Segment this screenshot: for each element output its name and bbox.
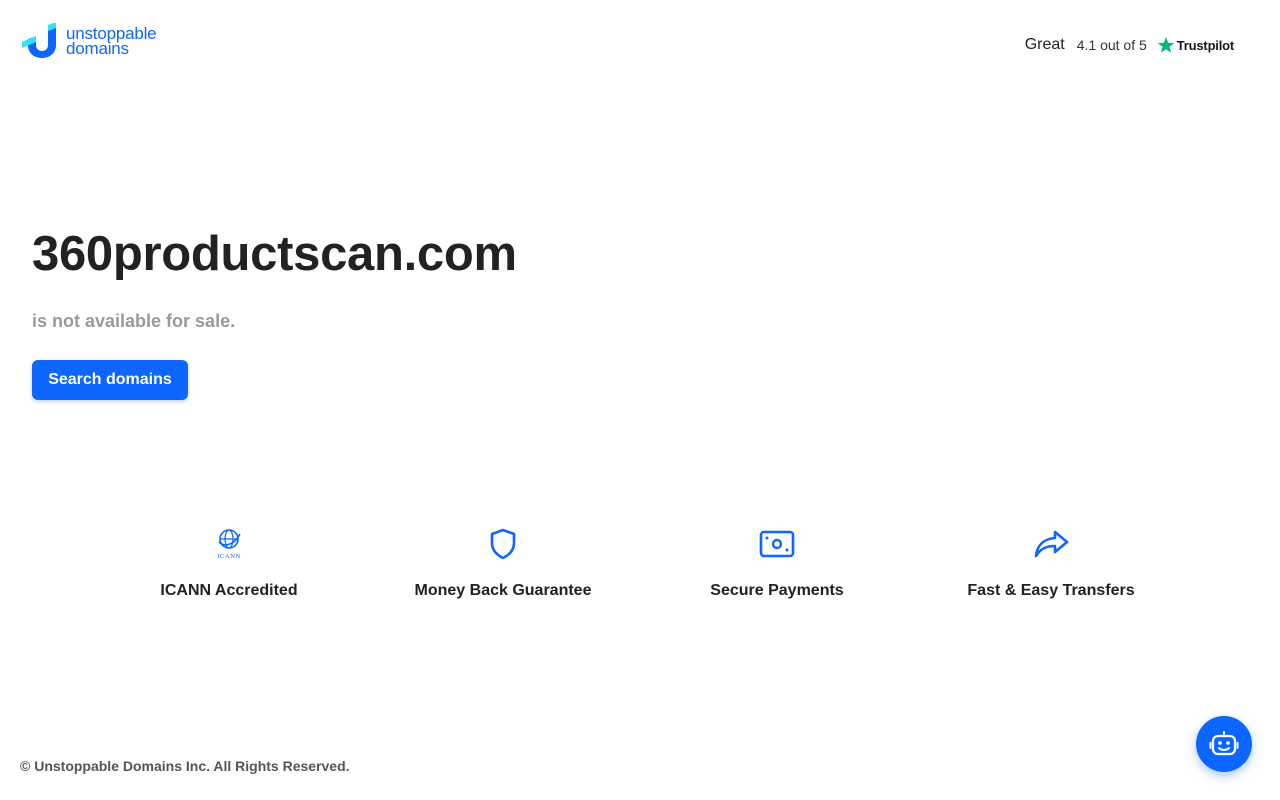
feature-label: ICANN Accredited [160, 582, 298, 599]
search-domains-button[interactable]: Search domains [32, 360, 188, 400]
feature-label: Secure Payments [710, 582, 844, 599]
trustpilot-brand: Trustpilot [1157, 36, 1234, 54]
payment-card-icon [759, 526, 795, 562]
domain-title: 360productscan.com [32, 227, 517, 281]
chatbot-icon [1209, 731, 1239, 756]
feature-label: Money Back Guarantee [414, 582, 592, 599]
share-arrow-icon [1033, 526, 1069, 562]
availability-status: is not available for sale. [32, 311, 236, 331]
icann-globe-icon: ICANN [211, 526, 247, 562]
unstoppable-logo-icon [22, 23, 56, 58]
feature-money-back: Money Back Guarantee [366, 526, 640, 600]
chat-assistant-button[interactable] [1196, 716, 1252, 772]
logo-link[interactable]: unstoppable domains [20, 23, 157, 59]
icann-badge-text: ICANN [217, 553, 241, 560]
logo-wordmark: unstoppable domains [66, 25, 157, 58]
shield-icon [485, 526, 521, 562]
features-row: ICANN ICANN Accredited Money Back Guaran… [92, 526, 1188, 600]
page: unstoppable domains Great 4.1 out of 5 T… [0, 0, 1280, 800]
feature-transfers: Fast & Easy Transfers [914, 526, 1188, 600]
feature-secure-payments: Secure Payments [640, 526, 914, 600]
trustpilot-star-icon [1157, 37, 1175, 53]
copyright-text: © Unstoppable Domains Inc. All Rights Re… [20, 758, 350, 774]
trustpilot-rating-word: Great [1024, 36, 1065, 53]
feature-label: Fast & Easy Transfers [967, 582, 1135, 599]
trustpilot-score: 4.1 out of 5 [1076, 37, 1147, 53]
feature-icann: ICANN ICANN Accredited [92, 526, 366, 600]
logo-line2: domains [66, 39, 129, 58]
trustpilot-brand-label: Trustpilot [1176, 37, 1234, 53]
trustpilot-rating-link[interactable]: Great 4.1 out of 5 Trustpilot [1025, 36, 1234, 54]
